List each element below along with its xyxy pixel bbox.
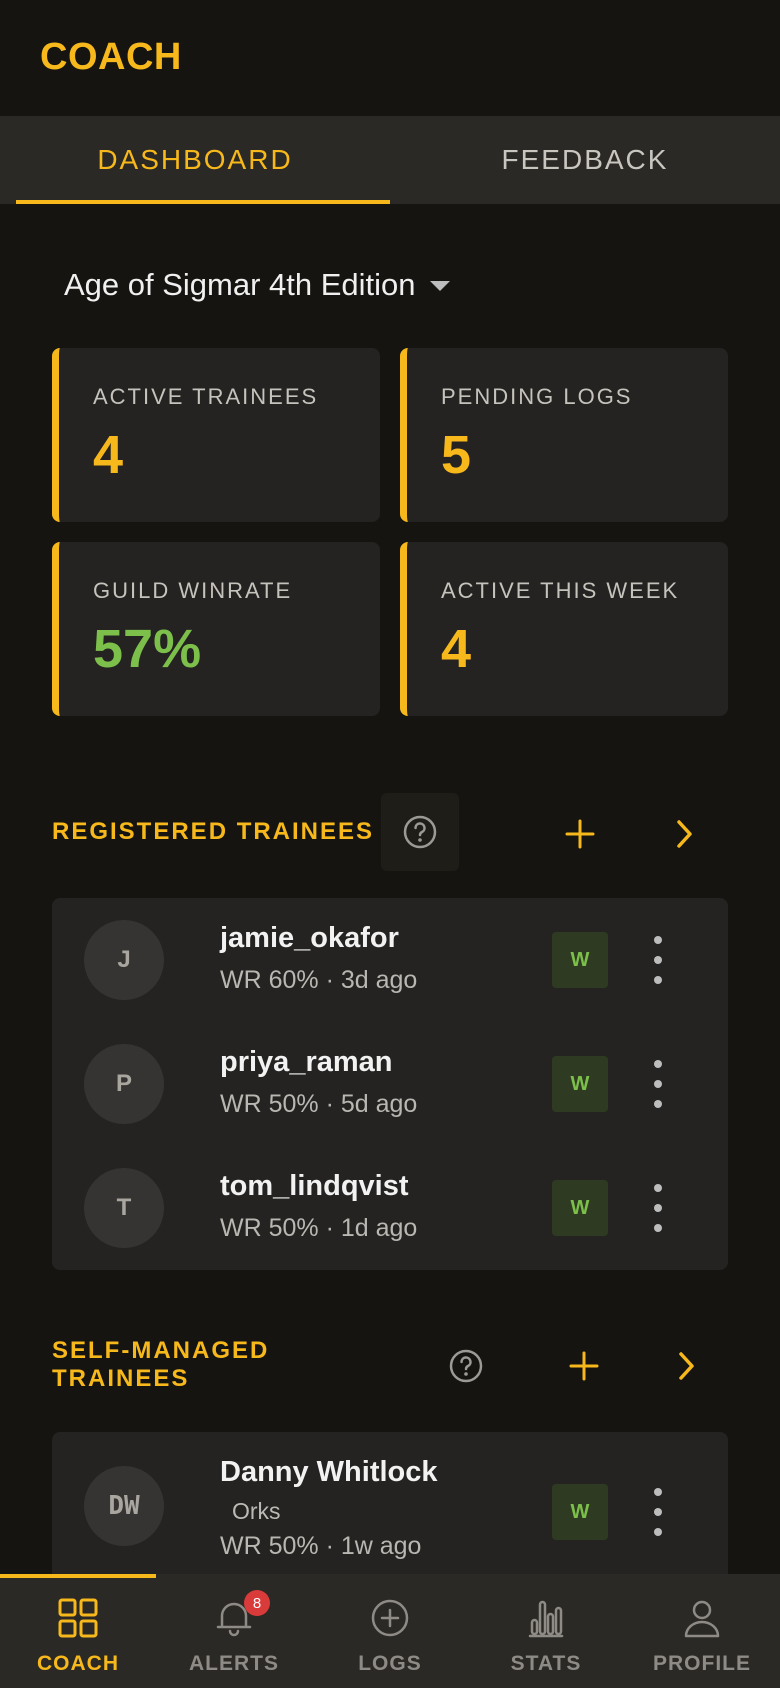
stat-card-active-this-week: ACTIVE THIS WEEK 4 [400,542,728,716]
more-options-icon[interactable] [642,1488,674,1536]
view-registered-trainees-button[interactable] [662,812,706,856]
stat-value: 57% [93,619,202,679]
stat-card-pending-logs: PENDING LOGS 5 [400,348,728,522]
registered-trainees-title: REGISTERED TRAINEES [52,818,375,845]
nav-label: COACH [37,1652,119,1675]
trainee-name: Danny Whitlock [220,1456,438,1488]
trainee-name: jamie_okafor [220,922,399,954]
result-badge: W [552,1484,608,1540]
result-badge: W [552,1056,608,1112]
tab-bar: DASHBOARD FEEDBACK [0,116,780,204]
plus-icon [565,819,595,849]
game-system-value: Age of Sigmar 4th Edition [64,267,416,302]
more-options-icon[interactable] [642,936,674,984]
tab-dashboard[interactable]: DASHBOARD [0,116,390,204]
chevron-right-icon [677,820,692,848]
help-icon [403,815,437,849]
stat-label: ACTIVE THIS WEEK [441,578,680,603]
trainee-meta: WR 60% · 3d ago [220,966,418,994]
nav-item-profile[interactable]: PROFILE [624,1574,780,1688]
bottom-nav: COACH 8 ALERTS LOGS STATS PROFILE [0,1574,780,1688]
more-options-icon[interactable] [642,1060,674,1108]
self-managed-trainees-title: SELF-MANAGED TRAINEES [52,1337,269,1393]
stat-value: 4 [93,425,124,485]
nav-label: STATS [510,1652,582,1675]
avatar: P [84,1044,164,1124]
list-item[interactable]: T tom_lindqvist WR 50% · 1d ago W [52,1146,728,1270]
title-line: SELF-MANAGED [52,1337,270,1364]
help-icon [449,1349,483,1383]
plus-circle-icon [371,1599,409,1637]
stat-value: 4 [441,619,472,679]
list-item[interactable]: J jamie_okafor WR 60% · 3d ago W [52,898,728,1022]
grid-icon [58,1598,98,1638]
stat-value: 5 [441,425,472,485]
trainee-meta: WR 50% · 1d ago [220,1214,418,1242]
app-title: COACH [40,36,182,78]
nav-item-alerts[interactable]: 8 ALERTS [156,1574,312,1688]
nav-item-coach[interactable]: COACH [0,1574,156,1688]
game-system-dropdown[interactable]: Age of Sigmar 4th Edition [64,262,450,308]
add-registered-trainee-button[interactable] [558,812,602,856]
title-line: TRAINEES [52,1365,190,1392]
trainee-faction: Orks [232,1498,281,1524]
app-header: COACH [0,0,780,116]
stat-label: PENDING LOGS [441,384,633,409]
more-options-icon[interactable] [642,1184,674,1232]
avatar: T [84,1168,164,1248]
tab-feedback[interactable]: FEEDBACK [390,116,780,204]
result-badge: W [552,932,608,988]
nav-label: ALERTS [189,1652,279,1675]
registered-trainees-list: J jamie_okafor WR 60% · 3d ago W P priya… [52,898,728,1270]
list-item[interactable]: DW Danny Whitlock Orks WR 50% · 1w ago W [52,1432,728,1592]
stat-label: ACTIVE TRAINEES [93,384,319,409]
stat-label: GUILD WINRATE [93,578,293,603]
bar-chart-icon [528,1600,564,1638]
self-managed-help-button[interactable] [444,1344,488,1388]
trainee-name: tom_lindqvist [220,1170,409,1202]
stat-card-guild-winrate: GUILD WINRATE 57% [52,542,380,716]
trainee-name: priya_raman [220,1046,393,1078]
alerts-count-badge: 8 [244,1590,270,1616]
nav-label: PROFILE [652,1652,751,1675]
chevron-right-icon [679,1352,694,1380]
nav-item-stats[interactable]: STATS [468,1574,624,1688]
avatar: DW [84,1466,164,1546]
self-managed-trainees-list: DW Danny Whitlock Orks WR 50% · 1w ago W [52,1432,728,1592]
registered-help-button[interactable] [381,793,459,871]
caret-down-icon [429,281,450,291]
avatar: J [84,920,164,1000]
list-item[interactable]: P priya_raman WR 50% · 5d ago W [52,1022,728,1146]
user-icon [684,1600,720,1638]
tab-indicator [16,200,390,204]
result-badge: W [552,1180,608,1236]
nav-label: LOGS [358,1652,422,1675]
plus-icon [569,1351,599,1381]
nav-item-logs[interactable]: LOGS [312,1574,468,1688]
add-self-managed-trainee-button[interactable] [562,1344,606,1388]
stat-card-active-trainees: ACTIVE TRAINEES 4 [52,348,380,522]
view-self-managed-trainees-button[interactable] [664,1344,708,1388]
trainee-meta: WR 50% · 5d ago [220,1090,418,1118]
trainee-meta: WR 50% · 1w ago [220,1532,422,1560]
